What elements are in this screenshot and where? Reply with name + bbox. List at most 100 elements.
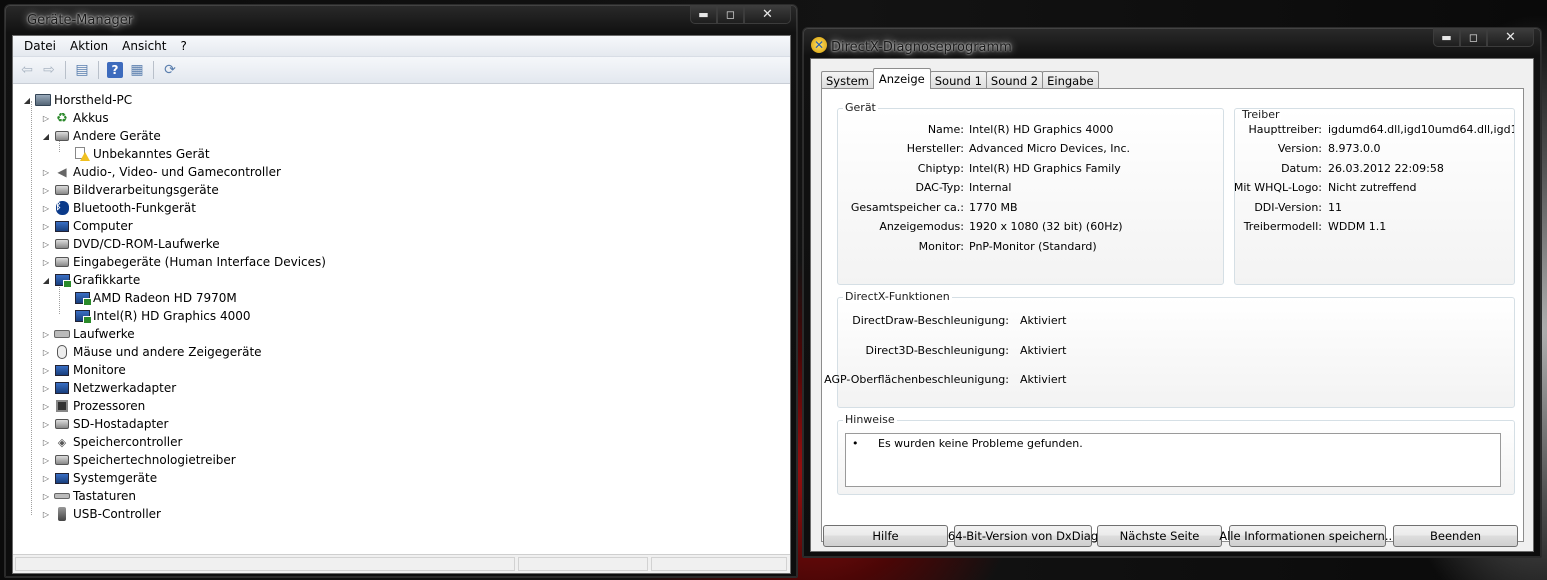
collapse-arrow-icon[interactable]: ◢ [40,276,52,285]
tree-node-dvd[interactable]: ▷ DVD/CD-ROM-Laufwerke [13,235,790,253]
tab-sound-1[interactable]: Sound 1 [929,71,987,89]
tree-node-andere-geraete[interactable]: ◢ Andere Geräte [13,127,790,145]
notes-text-box[interactable]: • Es wurden keine Probleme gefunden. [845,433,1501,487]
computer-icon [35,93,51,107]
status-bar [13,554,790,573]
tab-anzeige[interactable]: Anzeige [872,68,931,89]
toolbar: ⇦ ⇨ ▤ ? ▦ ⟳ [13,57,790,84]
keyboard-icon [54,489,70,503]
tree-node-netzwerk[interactable]: ▷ Netzwerkadapter [13,379,790,397]
scan-hardware-icon[interactable]: ⟳ [160,60,180,80]
expand-arrow-icon[interactable]: ▷ [40,222,52,231]
tree-node-bluetooth[interactable]: ▷ ᛒ Bluetooth-Funkgerät [13,199,790,217]
device-manager-client: Datei Aktion Ansicht ? ⇦ ⇨ ▤ ? ▦ ⟳ ◢ Hor… [12,35,791,574]
minimize-button[interactable]: ▬ [690,5,717,24]
tab-eingabe[interactable]: Eingabe [1042,71,1099,89]
show-hide-console-tree-icon[interactable]: ▤ [72,60,92,80]
tab-system[interactable]: System [821,71,874,89]
memory-tech-icon [54,453,70,467]
expand-arrow-icon[interactable]: ▷ [40,204,52,213]
64bit-dxdiag-button[interactable]: 64-Bit-Version von DxDiag [948,525,1098,547]
back-arrow-icon[interactable]: ⇦ [17,60,37,80]
exit-button[interactable]: Beenden [1393,525,1518,547]
tree-node-grafikkarte[interactable]: ◢ Grafikkarte [13,271,790,289]
tree-node-usb[interactable]: ▷ USB-Controller [13,505,790,523]
tree-node-intel-hd[interactable]: Intel(R) HD Graphics 4000 [13,307,790,325]
help-icon[interactable]: ? [107,62,123,78]
tree-node-hid[interactable]: ▷ Eingabegeräte (Human Interface Devices… [13,253,790,271]
display-adapter-icon [54,273,72,288]
expand-arrow-icon[interactable]: ▷ [40,366,52,375]
tree-node-laufwerke[interactable]: ▷ Laufwerke [13,325,790,343]
close-button[interactable]: ✕ [744,5,791,24]
tree-node-maeuse[interactable]: ▷ Mäuse und andere Zeigegeräte [13,343,790,361]
tree-node-computer[interactable]: ▷ Computer [13,217,790,235]
close-button[interactable]: ✕ [1487,28,1534,47]
tree-node-tastaturen[interactable]: ▷ Tastaturen [13,487,790,505]
tab-bar: System Anzeige Sound 1 Sound 2 Eingabe [821,68,1099,89]
tree-node-label: USB-Controller [73,507,161,521]
device-tree: ◢ Horstheld-PC ▷ ♻ Akkus ◢ Andere Geräte… [13,86,790,554]
tree-node-label: Speichercontroller [73,435,183,449]
tree-node-systemgeraete[interactable]: ▷ Systemgeräte [13,469,790,487]
device-value: Intel(R) HD Graphics 4000 [969,123,1114,136]
minimize-button[interactable]: ▬ [1433,28,1460,47]
tree-node-amd-radeon[interactable]: AMD Radeon HD 7970M [13,289,790,307]
tree-root[interactable]: ◢ Horstheld-PC [13,91,790,109]
tree-node-label: AMD Radeon HD 7970M [93,291,237,305]
expand-arrow-icon[interactable]: ▷ [40,114,52,123]
tree-node-monitore[interactable]: ▷ Monitore [13,361,790,379]
feature-value: Aktiviert [1020,373,1067,386]
menu-help[interactable]: ? [173,39,193,53]
tab-sound-2[interactable]: Sound 2 [985,71,1044,89]
properties-icon[interactable]: ▦ [127,60,147,80]
expand-arrow-icon[interactable]: ▷ [40,456,52,465]
notes-text: Es wurden keine Probleme gefunden. [878,437,1083,450]
tree-node-speichercontroller[interactable]: ▷ ◈ Speichercontroller [13,433,790,451]
collapse-arrow-icon[interactable]: ◢ [40,132,52,141]
system-device-icon [54,471,70,485]
feature-key: DirectDraw-Beschleunigung: [852,314,1009,327]
help-button[interactable]: Hilfe [823,525,948,547]
menu-ansicht[interactable]: Ansicht [115,39,173,53]
caption-buttons: ▬ ◻ ✕ [690,5,791,24]
maximize-button[interactable]: ◻ [717,5,744,24]
menu-datei[interactable]: Datei [17,39,63,53]
expand-arrow-icon[interactable]: ▷ [40,384,52,393]
expand-arrow-icon[interactable]: ▷ [40,348,52,357]
device-value: Advanced Micro Devices, Inc. [969,142,1131,155]
device-key: Monitor: [918,240,964,253]
network-adapter-icon [54,381,70,395]
feature-key: AGP-Oberflächenbeschleunigung: [824,373,1009,386]
tree-node-unbekanntes-geraet[interactable]: Unbekanntes Gerät [13,145,790,163]
tree-node-bildverarbeitung[interactable]: ▷ Bildverarbeitungsgeräte [13,181,790,199]
bullet: • [852,437,859,450]
tree-node-label: Intel(R) HD Graphics 4000 [93,309,251,323]
expand-arrow-icon[interactable]: ▷ [40,402,52,411]
save-all-info-button[interactable]: Alle Informationen speichern... [1219,525,1396,547]
menu-aktion[interactable]: Aktion [63,39,115,53]
expand-arrow-icon[interactable]: ▷ [40,258,52,267]
tree-node-prozessoren[interactable]: ▷ Prozessoren [13,397,790,415]
expand-arrow-icon[interactable]: ▷ [40,240,52,249]
tree-node-sd-host[interactable]: ▷ SD-Hostadapter [13,415,790,433]
expand-arrow-icon[interactable]: ▷ [40,420,52,429]
expand-arrow-icon[interactable]: ▷ [40,474,52,483]
tree-node-speichertechnologie[interactable]: ▷ Speichertechnologietreiber [13,451,790,469]
forward-arrow-icon[interactable]: ⇨ [39,60,59,80]
expand-arrow-icon[interactable]: ▷ [40,186,52,195]
collapse-arrow-icon[interactable]: ◢ [21,96,33,105]
expand-arrow-icon[interactable]: ▷ [40,510,52,519]
expand-arrow-icon[interactable]: ▷ [40,330,52,339]
driver-value: 11 [1328,201,1342,214]
tree-node-audio[interactable]: ▷ ◀ Audio-, Video- und Gamecontroller [13,163,790,181]
device-key: DAC-Typ: [915,181,964,194]
tree-node-akkus[interactable]: ▷ ♻ Akkus [13,109,790,127]
next-page-button[interactable]: Nächste Seite [1097,525,1222,547]
tree-node-label: Netzwerkadapter [73,381,177,395]
maximize-button[interactable]: ◻ [1460,28,1487,47]
expand-arrow-icon[interactable]: ▷ [40,438,52,447]
expand-arrow-icon[interactable]: ▷ [40,492,52,501]
unknown-device-icon [54,129,70,143]
expand-arrow-icon[interactable]: ▷ [40,168,52,177]
